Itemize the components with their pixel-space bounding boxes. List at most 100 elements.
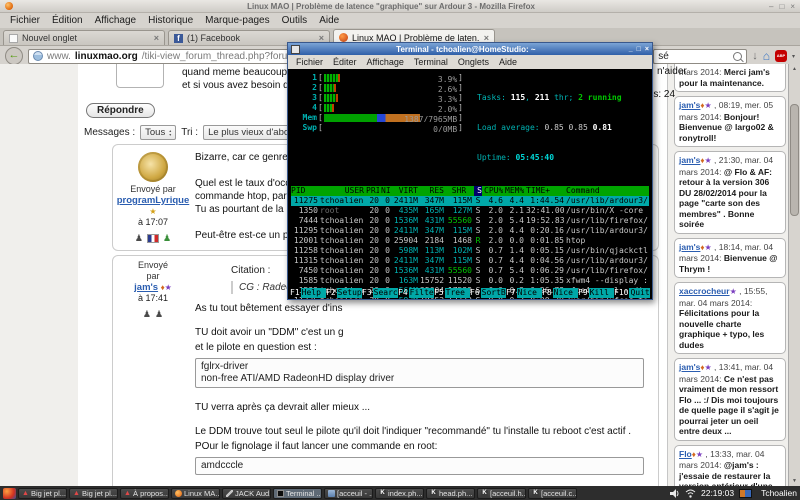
applications-menu-icon[interactable] bbox=[3, 488, 16, 499]
function-key[interactable]: F5Tree bbox=[434, 288, 470, 298]
meter-label: 1 bbox=[291, 73, 318, 83]
function-key[interactable]: F1Help bbox=[290, 288, 326, 298]
cell-user: tchoalien bbox=[320, 256, 364, 266]
menu-item[interactable]: Marque-pages bbox=[199, 15, 275, 26]
cell-virt: 2411M bbox=[392, 196, 418, 206]
scroll-down-icon[interactable]: ▼ bbox=[789, 476, 800, 486]
browser-tab[interactable]: Nouvel onglet × bbox=[3, 30, 165, 45]
taskbar-button[interactable]: Big jet pl... bbox=[18, 488, 67, 499]
function-key[interactable]: F9Kill bbox=[578, 288, 614, 298]
chat-user-link[interactable]: jam's bbox=[679, 362, 700, 372]
function-key[interactable]: F6SortBy bbox=[470, 288, 506, 298]
scroll-up-icon[interactable]: ▲ bbox=[789, 64, 800, 74]
tasks-sep: , bbox=[525, 93, 535, 102]
clock[interactable]: 22:19:03 bbox=[701, 488, 734, 498]
terminal-maximize-button[interactable]: □ bbox=[637, 45, 641, 54]
chat-user-link[interactable]: xaccrocheur bbox=[679, 286, 730, 296]
author-badges: ♟ ♟ bbox=[115, 233, 191, 244]
taskbar-button[interactable]: Big jet pl... bbox=[69, 488, 118, 499]
post-paragraph: TU doit avoir un "DDM" c'est un g bbox=[195, 326, 650, 339]
function-key-label: Help bbox=[301, 288, 326, 298]
taskbar-button[interactable]: head.ph... bbox=[426, 488, 475, 499]
terminal-menu-item[interactable]: Onglets bbox=[453, 57, 494, 67]
function-key-label: Nice - bbox=[517, 288, 542, 298]
post-paragraph: TU verra après ça devrait aller mieux ..… bbox=[195, 401, 650, 414]
terminal-menu-item[interactable]: Fichier bbox=[291, 57, 328, 67]
cell-cpu: 2.0 bbox=[484, 236, 503, 246]
cell-user: tchoalien bbox=[320, 276, 364, 286]
sent-by-label: Envoyé par bbox=[115, 184, 191, 195]
search-icon[interactable] bbox=[733, 52, 742, 61]
spinner-icon[interactable]: ▴ ▾ bbox=[169, 129, 171, 137]
home-icon[interactable]: ⌂ bbox=[763, 50, 770, 62]
menu-item[interactable]: Fichier bbox=[4, 15, 46, 26]
chat-user-link[interactable]: jam's bbox=[679, 155, 700, 165]
taskbar-button[interactable]: Linux MA... bbox=[171, 488, 220, 499]
cell-mem: 4.4 bbox=[505, 226, 524, 236]
chat-user-link[interactable]: jam's bbox=[679, 242, 700, 252]
author-link[interactable]: programLyrique bbox=[117, 195, 190, 206]
downloads-icon[interactable]: ↓ bbox=[752, 51, 758, 62]
function-key-label: Search bbox=[373, 288, 398, 298]
volume-icon[interactable] bbox=[670, 489, 680, 498]
taskbar-button[interactable]: [acceuil - ... bbox=[324, 488, 373, 499]
chat-user-link[interactable]: jam's bbox=[679, 100, 700, 110]
menu-item[interactable]: Outils bbox=[276, 15, 314, 26]
taskbar-button[interactable]: À propos... bbox=[120, 488, 169, 499]
terminal-close-button[interactable]: × bbox=[645, 45, 649, 54]
htop-tasks-line: Tasks: 115, 211 thr; 2 running bbox=[477, 93, 649, 103]
page-scrollbar[interactable]: ▲ ▼ bbox=[788, 64, 800, 486]
terminal-menu-item[interactable]: Terminal bbox=[409, 57, 453, 67]
menu-item[interactable]: Historique bbox=[142, 15, 199, 26]
function-key[interactable]: F4Filter bbox=[398, 288, 434, 298]
terminal-menu-item[interactable]: Affichage bbox=[362, 57, 409, 67]
terminal-titlebar[interactable]: Terminal - tchoalien@HomeStudio: ~ _ □ × bbox=[288, 43, 652, 55]
cell-pri: 20 bbox=[366, 246, 379, 256]
author-link[interactable]: jam's bbox=[134, 282, 158, 293]
cell-ni: 0 bbox=[381, 226, 390, 236]
function-key[interactable]: F7Nice - bbox=[506, 288, 542, 298]
adblock-caret-icon[interactable]: ▾ bbox=[792, 53, 795, 60]
htop-table-rows: 11275 tchoalien 20 0 2411M 347M 115M S 4… bbox=[291, 196, 649, 299]
scrollbar-thumb[interactable] bbox=[790, 104, 799, 216]
function-key[interactable]: F8Nice + bbox=[542, 288, 578, 298]
terminal-minimize-button[interactable]: _ bbox=[629, 45, 633, 54]
function-key[interactable]: F10Quit bbox=[614, 288, 650, 298]
menu-item[interactable]: Aide bbox=[313, 15, 345, 26]
taskbar-button[interactable]: Terminal ... bbox=[273, 488, 322, 499]
back-button[interactable]: ← bbox=[5, 47, 23, 65]
url-www: www. bbox=[47, 51, 71, 62]
workspace-switcher-icon[interactable] bbox=[739, 489, 752, 498]
minimize-button[interactable]: – bbox=[769, 2, 773, 11]
tab-close-icon[interactable]: × bbox=[154, 33, 159, 43]
reply-button[interactable]: Répondre bbox=[86, 103, 155, 118]
taskbar-button[interactable]: [acceuil.h... bbox=[477, 488, 526, 499]
terminal-menu-item[interactable]: Aide bbox=[494, 57, 522, 67]
terminal-window: Terminal - tchoalien@HomeStudio: ~ _ □ ×… bbox=[287, 42, 653, 300]
window-titlebar[interactable]: Linux MAO | Problème de latence "graphiq… bbox=[0, 0, 800, 13]
cell-pri: 20 bbox=[366, 256, 379, 266]
messages-select[interactable]: Tous ▴ ▾ bbox=[140, 125, 176, 140]
cell-state: S bbox=[474, 226, 482, 236]
menu-item[interactable]: Affichage bbox=[89, 15, 143, 26]
function-key[interactable]: F2Setup bbox=[326, 288, 362, 298]
search-input[interactable]: sé bbox=[653, 49, 747, 64]
restore-button[interactable]: □ bbox=[779, 2, 784, 11]
chat-user-link[interactable]: Flo bbox=[679, 449, 692, 459]
taskbar-button[interactable]: index.ph... bbox=[375, 488, 424, 499]
cell-shr: 115M bbox=[446, 256, 472, 266]
terminal-menu-item[interactable]: Éditer bbox=[328, 57, 362, 67]
taskbar-button[interactable]: JACK Aud... bbox=[222, 488, 271, 499]
post-author-cell: Envoyé par jam's ♦★ à 17:41 ♟ ♟ bbox=[115, 260, 191, 486]
close-button[interactable]: × bbox=[790, 2, 795, 11]
taskbar-button[interactable]: [acceuil.c... bbox=[528, 488, 577, 499]
function-key[interactable]: F3Search bbox=[362, 288, 398, 298]
load-label: Load average: bbox=[477, 123, 544, 132]
tab-close-icon[interactable]: × bbox=[484, 33, 489, 43]
cell-command: /usr/bin/X -core bbox=[566, 206, 649, 216]
wifi-icon[interactable] bbox=[685, 489, 696, 498]
adblock-icon[interactable]: ABP bbox=[775, 50, 787, 62]
taskbar-button-label: [acceuil.h... bbox=[490, 489, 526, 498]
menu-item[interactable]: Édition bbox=[46, 15, 89, 26]
htop-process-row: 7444 tchoalien 20 0 1536M 431M 55560 S 2… bbox=[291, 216, 649, 226]
